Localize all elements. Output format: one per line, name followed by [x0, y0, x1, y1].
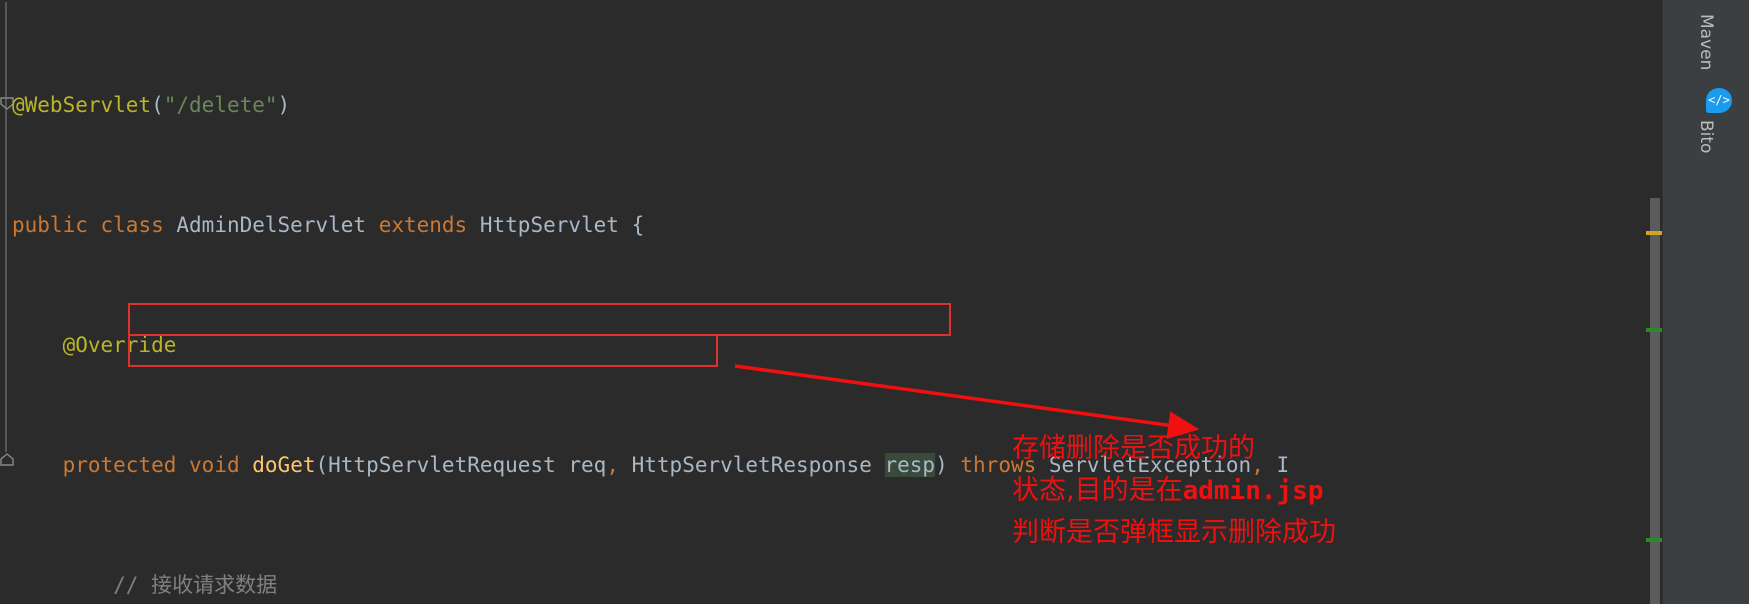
- token-brace-open: {: [631, 213, 645, 237]
- token-kw-void: void: [189, 453, 240, 477]
- token-method-doget: doGet: [252, 453, 316, 477]
- token-paren-2: ): [935, 453, 948, 477]
- annotation-note-line1: 存储删除是否成功的: [1012, 433, 1255, 464]
- annotation-note-line3: 判断是否弹框显示删除成功: [1012, 517, 1336, 548]
- tool-button-maven[interactable]: Maven: [1663, 6, 1749, 84]
- token-type-response: HttpServletResponse: [631, 453, 872, 477]
- bito-icon-glyph: </>: [1708, 93, 1730, 107]
- stripe-mark-change-2[interactable]: [1646, 538, 1662, 542]
- token-paren-close: ): [277, 93, 291, 117]
- token-type-request: HttpServletRequest: [328, 453, 556, 477]
- stripe-mark-change-1[interactable]: [1646, 328, 1662, 332]
- token-class-name: AdminDelServlet: [176, 213, 367, 237]
- bito-icon[interactable]: </>: [1706, 88, 1732, 113]
- vertical-scrollbar-thumb[interactable]: [1650, 198, 1660, 604]
- code-editor[interactable]: @WebServlet("/delete") public class Admi…: [0, 0, 1662, 604]
- token-superclass: HttpServlet: [479, 213, 619, 237]
- token-kw-extends: extends: [378, 213, 468, 237]
- token-kw-public: public: [12, 213, 88, 237]
- token-param-resp: resp: [884, 453, 936, 477]
- token-annotation-override: @Override: [62, 333, 177, 357]
- token-paren-open: (: [151, 93, 164, 117]
- token-param-req: req: [568, 453, 607, 477]
- annotation-note-line2-code: admin.jsp: [1182, 476, 1324, 506]
- token-comment-receive: // 接收请求数据: [113, 573, 278, 597]
- right-tool-window-bar[interactable]: Maven </> Bito: [1662, 0, 1749, 604]
- token-kw-protected: protected: [62, 453, 177, 477]
- tool-button-bito[interactable]: Bito: [1663, 118, 1749, 173]
- token-annotation-webservlet: @WebServlet: [12, 93, 152, 117]
- token-comma: ,: [606, 453, 619, 477]
- token-paren: (: [315, 453, 329, 477]
- code-line-5[interactable]: // 接收请求数据: [12, 570, 1289, 600]
- annotation-note-line2: 状态,目的是在admin.jsp: [1012, 470, 1323, 512]
- ide-window: @WebServlet("/delete") public class Admi…: [0, 0, 1749, 604]
- token-kw-class: class: [100, 213, 164, 237]
- annotation-note-line2-text: 状态,目的是在: [1012, 475, 1183, 506]
- code-fold-rail: [5, 2, 7, 452]
- code-line-1[interactable]: @WebServlet("/delete"): [12, 90, 1289, 120]
- tool-button-maven-label: Maven: [1696, 14, 1716, 71]
- stripe-mark-warning[interactable]: [1646, 231, 1662, 235]
- code-line-3[interactable]: @Override: [12, 330, 1289, 360]
- code-line-2[interactable]: public class AdminDelServlet extends Htt…: [12, 210, 1289, 240]
- tool-button-bito-label: Bito: [1696, 120, 1716, 154]
- token-string-delete: "/delete": [163, 93, 278, 117]
